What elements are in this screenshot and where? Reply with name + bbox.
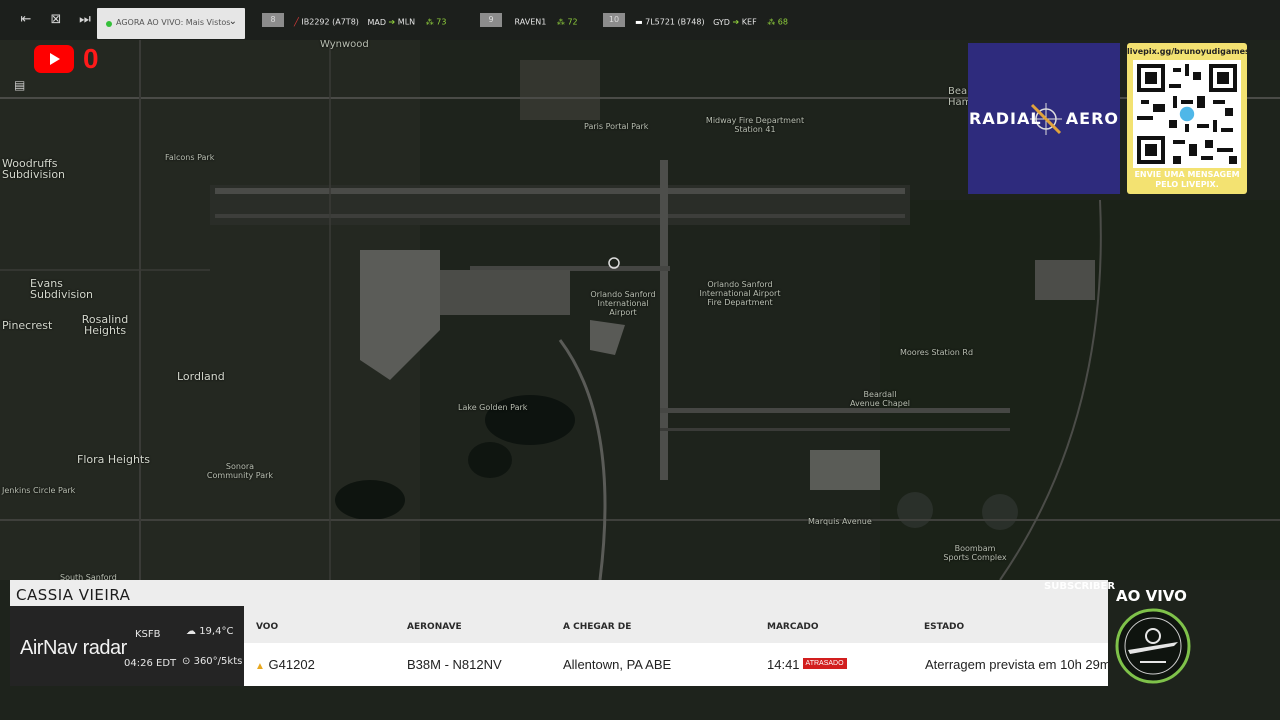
collapse-sidebar-icon[interactable]: ⇤ xyxy=(18,13,34,27)
table-row[interactable]: ▲ G41202 B38M - N812NV Allentown, PA ABE… xyxy=(244,643,1111,686)
live-most-viewed-dropdown[interactable]: AGORA AO VIVO: Mais Vistos ⌄ xyxy=(97,8,245,39)
scheduled-time: 14:41 xyxy=(767,657,800,672)
header-from: A CHEGAR DE xyxy=(563,622,632,632)
top-flight-item[interactable]: 10 ▬ 7L5721 (B748) GYD ➔ KEF ⁂ 68 xyxy=(603,13,788,27)
map-label-fire: Orlando Sanford International Airport Fi… xyxy=(699,280,781,307)
flight-dest: KEF xyxy=(741,17,757,27)
map-label-lordland: Lordland xyxy=(177,370,225,383)
brand-airnav: AirNav xyxy=(20,637,78,659)
map-label-boombam: Boombam Sports Complex xyxy=(943,544,1007,562)
rank-badge: 10 xyxy=(603,13,625,27)
map-label-sonora: Sonora Community Park xyxy=(206,462,274,480)
youtube-counter: 0 xyxy=(83,43,99,74)
flight-number: G41202 xyxy=(268,657,315,672)
chevron-down-icon: ⌄ xyxy=(228,16,237,27)
wind-direction-icon: ⊙ xyxy=(182,656,191,667)
qr-code-icon xyxy=(1133,60,1241,168)
flight-info-panel: CASSIA VIEIRA AirNav radar KSFB 04:26 ED… xyxy=(10,580,1111,686)
youtube-icon[interactable] xyxy=(34,45,74,73)
flight-callsign: RAVEN1 xyxy=(514,17,547,27)
map-label-marquis: Marquis Avenue xyxy=(808,517,872,526)
plane-icon: ╱ xyxy=(294,17,299,27)
livepix-url: livepix.gg/brunoyudigames xyxy=(1127,47,1250,56)
flight-origin: GYD xyxy=(713,17,730,27)
sponsor-name-left: RADIAL xyxy=(969,109,1042,128)
skip-next-icon[interactable]: ⏭ xyxy=(77,13,93,27)
cloud-icon: ☁ xyxy=(186,626,196,637)
viewers-icon: ⁂ xyxy=(767,17,776,27)
rank-badge: 8 xyxy=(262,13,284,27)
close-panel-icon[interactable]: ⊠ xyxy=(48,13,64,27)
flight-callsign: IB2292 (A7T8) xyxy=(301,17,359,27)
viewers-icon: ⁂ xyxy=(425,17,434,27)
map-label-midway: Midway Fire Department Station 41 xyxy=(705,116,805,134)
map-label-moores: Moores Station Rd xyxy=(900,348,974,357)
arrow-right-icon: ➔ xyxy=(388,17,396,27)
map-label-beardall: Beardall Avenue Chapel xyxy=(849,390,911,408)
header-flight: VOO xyxy=(256,622,279,632)
scheduled-cell: 14:41 ATRASADO xyxy=(767,657,847,672)
origin-cell: Allentown, PA ABE xyxy=(563,657,672,672)
plane-icon: ▲ xyxy=(255,661,265,672)
map-label-flora: Flora Heights xyxy=(77,453,150,466)
delayed-badge: ATRASADO xyxy=(802,658,847,670)
map-label-jenkins: Jenkins Circle Park xyxy=(2,486,76,495)
livepix-qr-card[interactable]: livepix.gg/brunoyudigames ENVIE UMA MENS… xyxy=(1127,43,1250,194)
flight-callsign: 7L5721 (B748) xyxy=(645,17,705,27)
live-dot-icon xyxy=(106,21,112,27)
map-label-wynwood: Wynwood xyxy=(320,39,369,50)
viewer-count: 68 xyxy=(777,17,788,27)
map-label-pinecrest: Pinecrest xyxy=(2,319,53,332)
live-dropdown-label: AGORA AO VIVO: Mais Vistos xyxy=(116,18,231,27)
channel-badge-icon xyxy=(1115,608,1191,684)
header-status: ESTADO xyxy=(924,622,965,632)
map-label-airport: Orlando Sanford International Airport xyxy=(590,290,656,317)
plane-icon: ▬ xyxy=(635,17,643,27)
map-label-falcons: Falcons Park xyxy=(165,153,215,162)
flight-cell: ▲ G41202 xyxy=(255,657,315,672)
map-label-woodruffs: Woodruffs Subdivision xyxy=(2,157,66,181)
flight-origin: MAD xyxy=(367,17,386,27)
livepix-message: ENVIE UMA MENSAGEM PELO LIVEPIX. xyxy=(1134,170,1240,189)
temperature: ☁ 19,4°C xyxy=(186,626,234,637)
rank-badge: 9 xyxy=(480,13,502,27)
airnav-info-box: AirNav radar KSFB 04:26 EDT ☁ 19,4°C ⊙ 3… xyxy=(10,606,244,686)
airnav-radar-logo: AirNav radar xyxy=(20,634,127,660)
brand-radar: radar xyxy=(82,637,128,659)
flight-dest: MLN xyxy=(397,17,416,27)
airport-icao: KSFB xyxy=(135,629,161,640)
chat-icon[interactable]: ▤ xyxy=(14,78,30,92)
top-flight-item[interactable]: 8 ╱ IB2292 (A7T8) MAD ➔ MLN ⁂ 73 xyxy=(262,13,447,27)
map-label-evans: Evans Subdivision xyxy=(30,277,94,301)
header-aircraft: AERONAVE xyxy=(407,622,462,632)
map-label-paris: Paris Portal Park xyxy=(584,122,649,131)
map-label-rosalind: Rosalind Heights xyxy=(81,313,129,337)
sponsor-name-right: AERO xyxy=(1065,109,1119,128)
viewer-count: 73 xyxy=(436,17,447,27)
live-label: AO VIVO xyxy=(1116,587,1187,605)
arrow-right-icon: ➔ xyxy=(732,17,740,27)
status-cell: Aterragem prevista em 10h 29m xyxy=(925,657,1111,672)
viewers-icon: ⁂ xyxy=(556,17,565,27)
header-scheduled: MARCADO xyxy=(767,622,819,632)
wind: ⊙ 360°/5kts xyxy=(182,656,243,667)
panel-title: CASSIA VIEIRA xyxy=(16,586,131,604)
top-flight-item[interactable]: 9 RAVEN1 ⁂ 72 xyxy=(480,13,578,27)
aircraft-cell: B38M - N812NV xyxy=(407,657,502,672)
map-label-lake: Lake Golden Park xyxy=(458,403,528,412)
sponsor-logo: RADIAL AERO xyxy=(968,43,1120,194)
top-bar: ⇤ ⊠ ⏭ AGORA AO VIVO: Mais Vistos ⌄ 8 ╱ IB… xyxy=(0,0,1280,40)
viewer-count: 72 xyxy=(567,17,578,27)
local-time: 04:26 EDT xyxy=(124,658,177,669)
subscriber-label: SUBSCRIBER xyxy=(1044,581,1116,592)
